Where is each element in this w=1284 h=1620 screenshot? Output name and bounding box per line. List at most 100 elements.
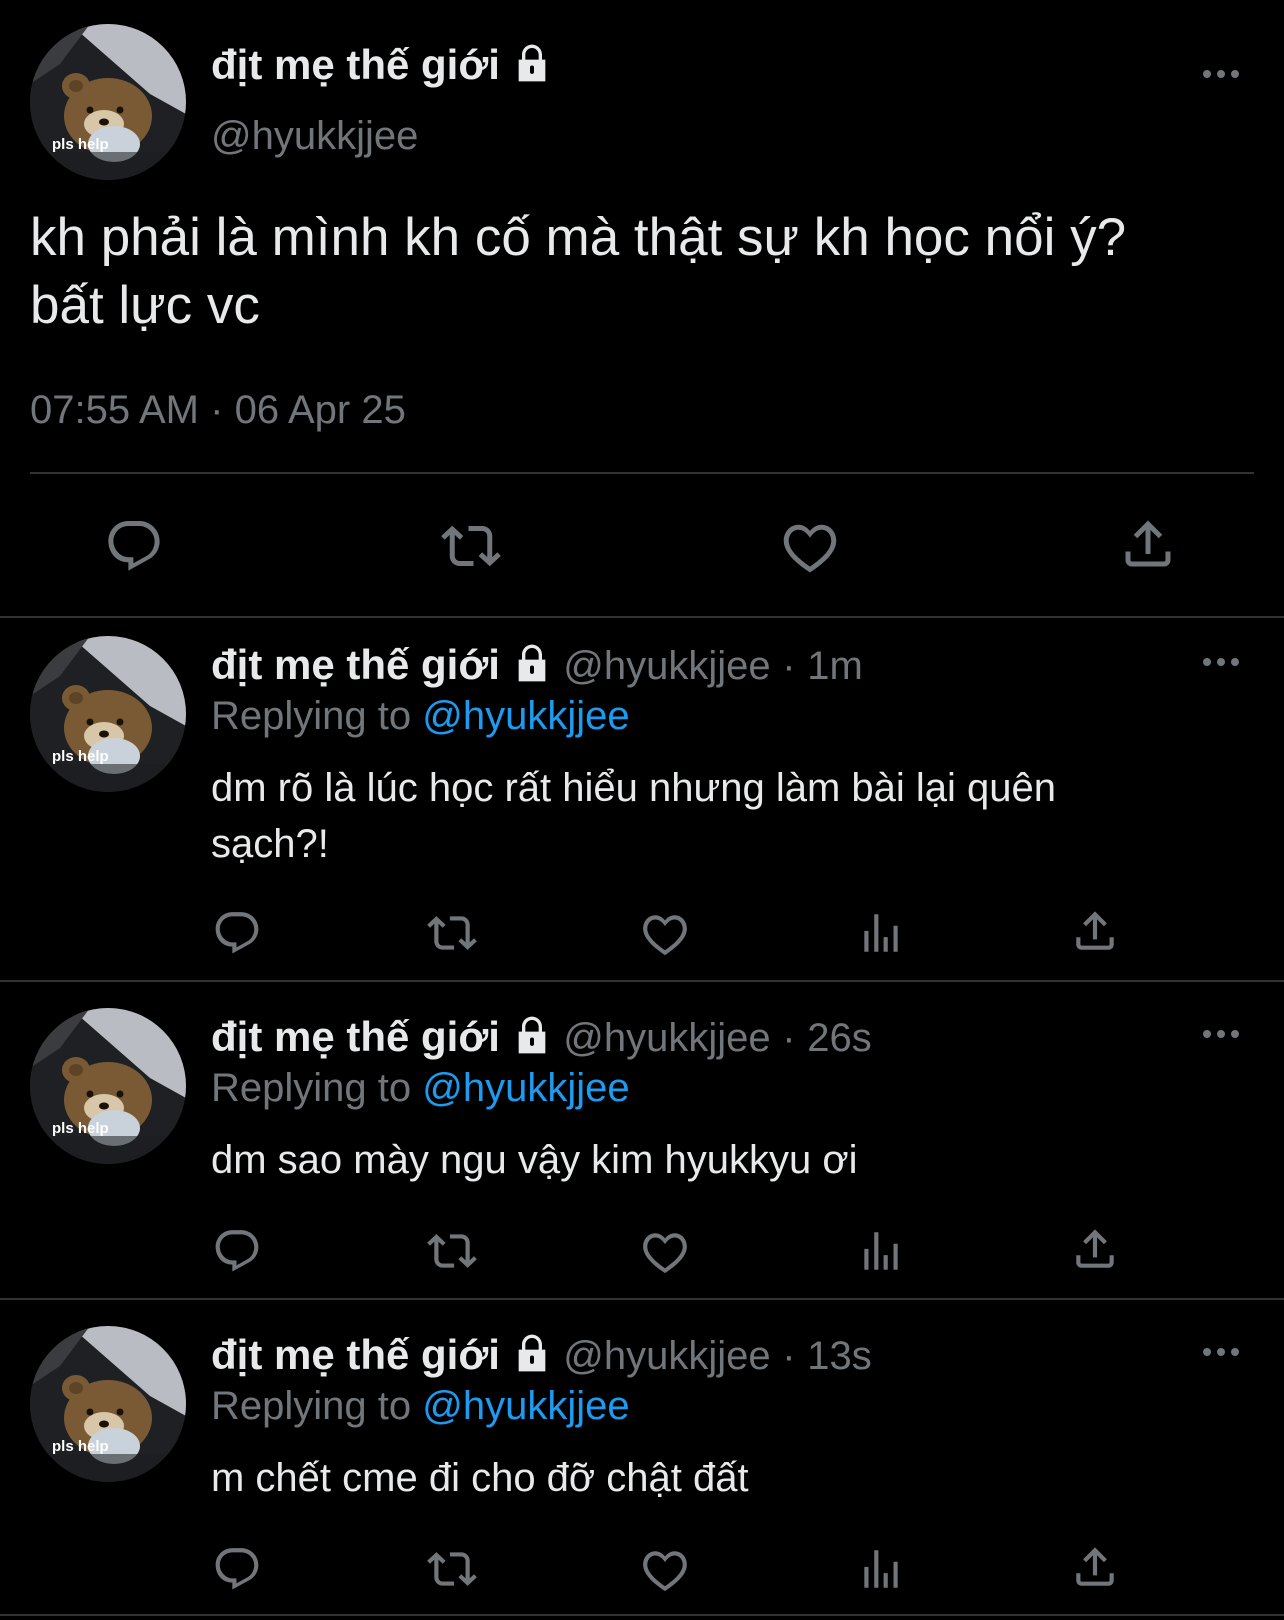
avatar-caption: pls help <box>52 1438 109 1455</box>
header-separator: · <box>782 1334 796 1378</box>
replying-prefix: Replying to <box>211 1384 412 1428</box>
views-icon <box>856 1544 906 1594</box>
share-icon <box>1070 1542 1120 1592</box>
replying-to: Replying to @hyukkjjee <box>211 692 630 740</box>
tweet-date: 06 Apr 25 <box>234 388 406 432</box>
avatar-image <box>30 1326 186 1482</box>
reply-text: dm rõ là lúc học rất hiểu nhưng làm bài … <box>211 760 1056 872</box>
heart-icon <box>640 1544 690 1594</box>
reply-age[interactable]: 26s <box>807 1016 872 1060</box>
reply-text-line-1: dm rõ là lúc học rất hiểu nhưng làm bài … <box>211 766 1057 810</box>
replying-prefix: Replying to <box>211 1066 412 1110</box>
reply-icon <box>104 516 164 576</box>
avatar-caption: pls help <box>52 748 109 765</box>
retweet-button[interactable] <box>438 516 504 576</box>
display-name[interactable]: địt mẹ thế giới <box>211 641 500 688</box>
replying-to: Replying to @hyukkjjee <box>211 1064 630 1112</box>
reply-header: địt mẹ thế giới @hyukkjjee · 13s <box>211 1330 872 1381</box>
header-separator: · <box>782 644 796 688</box>
avatar[interactable]: pls help <box>30 24 186 180</box>
divider <box>30 472 1254 474</box>
handle[interactable]: @hyukkjjee <box>563 1016 770 1060</box>
lock-icon <box>512 1333 552 1373</box>
share-button[interactable] <box>1070 906 1120 956</box>
divider <box>0 1298 1284 1300</box>
reply-header: địt mẹ thế giới @hyukkjjee · 1m <box>211 640 863 691</box>
replying-prefix: Replying to <box>211 694 412 738</box>
reply-icon <box>212 1544 262 1594</box>
heart-icon <box>780 516 840 576</box>
replying-handle-link[interactable]: @hyukkjjee <box>422 1384 629 1428</box>
tweet-text-line-2: bất lực vc <box>30 276 260 335</box>
retweet-icon <box>424 1544 480 1594</box>
more-icon[interactable] <box>1203 1348 1239 1356</box>
retweet-icon <box>424 1226 480 1276</box>
reply-text-line-1: m chết cme đi cho đỡ chật đất <box>211 1456 749 1500</box>
reply-age[interactable]: 1m <box>807 644 863 688</box>
lock-icon <box>512 643 552 683</box>
retweet-button[interactable] <box>424 1544 480 1594</box>
tweet-time: 07:55 AM <box>30 388 200 432</box>
like-button[interactable] <box>780 516 840 576</box>
share-button[interactable] <box>1070 1542 1120 1592</box>
views-button[interactable] <box>856 1544 906 1594</box>
views-icon <box>856 1226 906 1276</box>
views-icon <box>856 908 906 958</box>
display-name[interactable]: địt mẹ thế giới <box>211 1013 500 1060</box>
avatar-caption: pls help <box>52 136 109 153</box>
like-button[interactable] <box>640 1226 690 1276</box>
avatar[interactable]: pls help <box>30 1326 186 1482</box>
share-button[interactable] <box>1070 1224 1120 1274</box>
like-button[interactable] <box>640 1544 690 1594</box>
reply-icon <box>212 908 262 958</box>
avatar[interactable]: pls help <box>30 1008 186 1164</box>
reply-button[interactable] <box>212 908 262 958</box>
retweet-icon <box>438 516 504 576</box>
display-name[interactable]: địt mẹ thế giới <box>211 40 552 90</box>
reply-button[interactable] <box>212 1226 262 1276</box>
reply-header: địt mẹ thế giới @hyukkjjee · 26s <box>211 1012 872 1063</box>
tweet-text: kh phải là mình kh cố mà thật sự kh học … <box>30 204 1126 340</box>
handle[interactable]: @hyukkjjee <box>563 1334 770 1378</box>
handle[interactable]: @hyukkjjee <box>563 644 770 688</box>
display-name-text: địt mẹ thế giới <box>211 41 500 88</box>
reply-age[interactable]: 13s <box>807 1334 872 1378</box>
reply-icon <box>212 1226 262 1276</box>
views-button[interactable] <box>856 908 906 958</box>
avatar-caption: pls help <box>52 1120 109 1137</box>
retweet-icon <box>424 908 480 958</box>
tweet-timestamp[interactable]: 07:55 AM · 06 Apr 25 <box>30 386 406 434</box>
header-separator: · <box>782 1016 796 1060</box>
replying-to: Replying to @hyukkjjee <box>211 1382 630 1430</box>
lock-icon <box>512 1015 552 1055</box>
handle[interactable]: @hyukkjjee <box>211 112 418 160</box>
reply-text: dm sao mày ngu vậy kim hyukkyu ơi <box>211 1132 857 1188</box>
divider <box>0 980 1284 982</box>
more-icon[interactable] <box>1203 658 1239 666</box>
tweet-text-line-1: kh phải là mình kh cố mà thật sự kh học … <box>30 208 1127 267</box>
reply-button[interactable] <box>212 1544 262 1594</box>
avatar[interactable]: pls help <box>30 636 186 792</box>
share-button[interactable] <box>1118 514 1178 574</box>
reply-text: m chết cme đi cho đỡ chật đất <box>211 1450 749 1506</box>
more-icon[interactable] <box>1203 1030 1239 1038</box>
views-button[interactable] <box>856 1226 906 1276</box>
timestamp-separator: · <box>210 388 224 432</box>
avatar-image <box>30 636 186 792</box>
more-icon[interactable] <box>1203 70 1239 78</box>
replying-handle-link[interactable]: @hyukkjjee <box>422 1066 629 1110</box>
heart-icon <box>640 1226 690 1276</box>
reply-text-line-1: dm sao mày ngu vậy kim hyukkyu ơi <box>211 1138 858 1182</box>
lock-icon <box>512 43 552 83</box>
share-icon <box>1070 1224 1120 1274</box>
retweet-button[interactable] <box>424 1226 480 1276</box>
share-icon <box>1070 906 1120 956</box>
avatar-image <box>30 24 186 180</box>
divider <box>0 1614 1284 1616</box>
replying-handle-link[interactable]: @hyukkjjee <box>422 694 629 738</box>
reply-button[interactable] <box>104 516 164 576</box>
like-button[interactable] <box>640 908 690 958</box>
retweet-button[interactable] <box>424 908 480 958</box>
display-name[interactable]: địt mẹ thế giới <box>211 1331 500 1378</box>
avatar-image <box>30 1008 186 1164</box>
